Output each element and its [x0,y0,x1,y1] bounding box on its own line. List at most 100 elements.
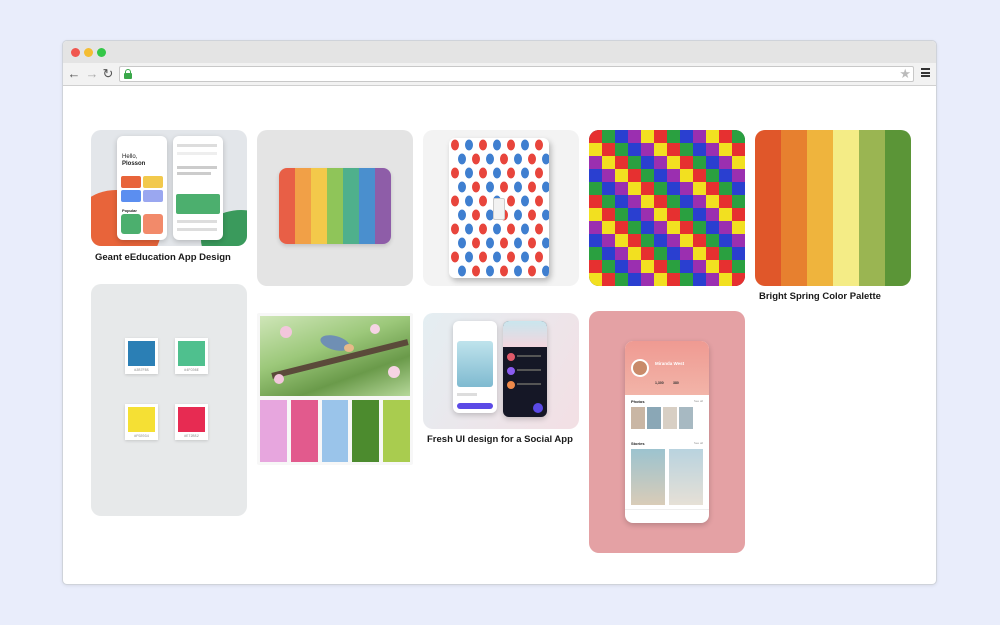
polka-dot [458,237,466,249]
checker-cell [667,156,680,169]
social-app-tile[interactable] [423,313,579,429]
polka-dot [535,223,543,235]
swatches-tile[interactable]: #2B7FB5 #4FC08E #F5E034 #E72B52 [91,284,247,516]
polka-dot [486,265,494,277]
following-count: 380 [673,381,679,385]
spring-stripe-5 [859,130,885,286]
checker-cell [602,260,615,273]
checker-cell [719,143,732,156]
checker-cell [667,234,680,247]
checker-cell [615,260,628,273]
rainbow-plate-tile[interactable] [257,130,413,286]
polka-dot [507,167,515,179]
bird-palette-tile[interactable] [257,313,413,465]
polka-dot [458,209,466,221]
checker-cell [706,156,719,169]
tab-bar [625,509,709,523]
checker-cell [667,208,680,221]
checker-cell [641,130,654,143]
reload-icon[interactable]: ↻ [101,65,115,82]
polka-dot [479,167,487,179]
checker-cell [654,247,667,260]
checker-cell [693,273,706,286]
education-app-tile[interactable]: Hello, Plosson Popular [91,130,247,246]
polka-dot [479,195,487,207]
bright-spring-tile[interactable] [755,130,911,286]
checker-cell [641,234,654,247]
polka-dot [451,223,459,235]
swatch-code: #4FC08E [184,369,199,373]
polka-dot [521,223,529,235]
checker-fabric-tile[interactable] [589,130,745,286]
checker-cell [732,182,745,195]
polka-dot [514,209,522,221]
checker-cell [602,273,615,286]
polka-dot [465,223,473,235]
checker-cell [615,273,628,286]
spring-stripe-3 [807,130,833,286]
swatch-code: #2B7FB5 [134,369,149,373]
polka-dot [542,153,549,165]
polka-dot [458,153,466,165]
address-bar[interactable]: ★ [119,66,914,82]
bird-stripe-3 [321,400,349,462]
polka-dot [493,251,501,263]
polka-dot [458,181,466,193]
swatch-color-3 [128,407,155,432]
forward-arrow-icon[interactable]: → [85,65,99,82]
minimize-window-button[interactable] [84,48,93,57]
polka-dot [507,195,515,207]
bookmark-star-icon[interactable]: ★ [899,66,911,82]
profile-app-tile[interactable]: Miranda West 1,300 380 Photos See all St… [589,311,745,553]
rainbow-stripe-2 [295,168,311,244]
polka-dot [542,237,549,249]
social-app-caption[interactable]: Fresh UI design for a Social App [427,434,573,445]
swatch-code: #F5E034 [134,435,149,439]
phone-mockup-messages [503,321,547,417]
back-arrow-icon[interactable]: ← [67,65,81,82]
browser-toolbar: ← → ↻ ★ [63,63,936,86]
checker-cell [615,234,628,247]
polka-dot [514,265,522,277]
story-photo [631,449,665,505]
checker-cell [602,130,615,143]
polka-dot [514,153,522,165]
checker-cell [641,182,654,195]
swatch-color-2 [178,341,205,366]
checker-cell [680,221,693,234]
phone-mockup-profile: Miranda West 1,300 380 Photos See all St… [625,341,709,523]
bird-stripe-4 [352,400,380,462]
bright-spring-caption[interactable]: Bright Spring Color Palette [759,291,881,302]
checker-cell [615,156,628,169]
feed-photo [457,341,493,387]
polka-dot [451,251,459,263]
hamburger-menu-icon[interactable] [921,68,930,77]
checker-cell [628,143,641,156]
polka-dot [528,153,536,165]
polka-dot [451,139,459,151]
checker-cell [628,221,641,234]
checker-cell [641,143,654,156]
checker-cell [589,234,602,247]
checker-cell [654,130,667,143]
course-card [121,214,141,234]
polka-dot [465,167,473,179]
close-window-button[interactable] [71,48,80,57]
checker-cell [615,143,628,156]
polka-dot [472,181,480,193]
polka-dot [507,139,515,151]
rainbow-stripe-5 [343,168,359,244]
checker-cell [732,273,745,286]
polka-dot [528,265,536,277]
education-app-caption[interactable]: Geant eEducation App Design [95,252,231,263]
checker-cell [628,156,641,169]
bird-photo [260,316,410,396]
maximize-window-button[interactable] [97,48,106,57]
phone-mockup-right [173,136,223,240]
polka-plate-tile[interactable] [423,130,579,286]
checker-cell [719,156,732,169]
section-label: Popular [122,208,137,213]
checker-cell [654,273,667,286]
checker-cell [693,156,706,169]
polka-dot [521,139,529,151]
